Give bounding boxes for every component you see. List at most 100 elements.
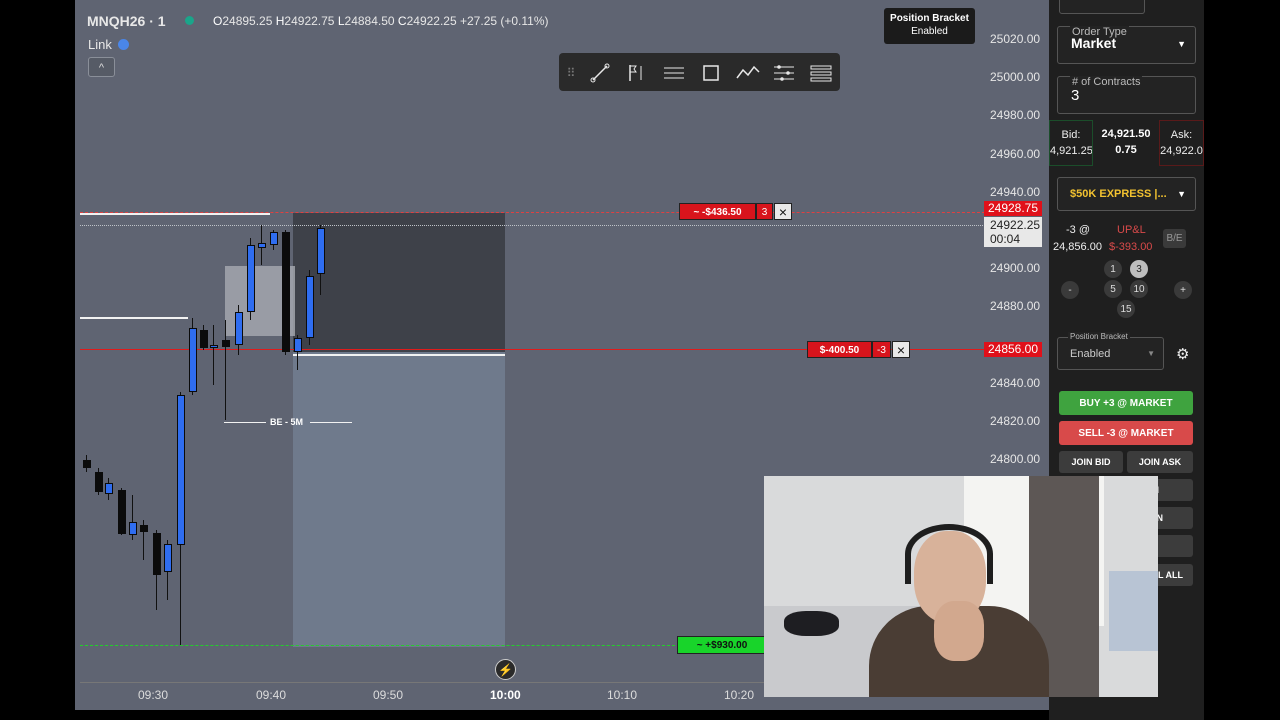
stop-order-cancel-button[interactable]: × — [892, 341, 910, 358]
be-line-right — [310, 422, 352, 423]
contracts-input[interactable]: # of Contracts 3 — [1057, 76, 1196, 114]
candle-body-up — [294, 338, 302, 352]
price-axis-label: 25020.00 — [990, 32, 1041, 46]
flag-icon[interactable] — [623, 62, 649, 84]
ask-label: Ask: — [1170, 129, 1193, 141]
tp-order-qty-value: 3 — [761, 207, 768, 218]
lightning-button[interactable]: ⚡ — [495, 659, 516, 680]
symbol-label[interactable]: MNQH26 · 1 — [87, 13, 166, 29]
bid-label: Bid: — [1061, 129, 1081, 141]
gear-icon[interactable]: ⚙ — [1176, 345, 1189, 363]
close-icon: × — [896, 342, 906, 358]
panel-top-control[interactable] — [1059, 0, 1145, 14]
tp-order-text: ~ -$436.50 — [693, 207, 742, 218]
contracts-value: 3 — [1071, 87, 1080, 104]
tooltip-title: Position Bracket — [890, 13, 969, 24]
ohlc-o: 24895.25 — [222, 14, 273, 28]
bid-cell[interactable]: Bid: 4,921.25 — [1049, 120, 1093, 166]
last-price: 24,921.50 — [1101, 128, 1151, 140]
time-label: 10:00 — [490, 688, 521, 702]
position-bracket-select[interactable]: Position Bracket Enabled ▼ — [1057, 332, 1164, 370]
stop-order-qty[interactable]: -3 — [872, 341, 891, 358]
path-icon[interactable] — [735, 62, 761, 84]
candle-body-up — [306, 276, 314, 338]
drag-grip-icon[interactable]: ⠿ — [558, 62, 584, 84]
price-axis-label: 24880.00 — [990, 299, 1041, 314]
buy-market-button[interactable]: BUY +3 @ MARKET — [1059, 391, 1193, 415]
candle-body-down — [140, 525, 148, 532]
link-label[interactable]: Link — [88, 37, 112, 52]
buy-market-label: BUY +3 @ MARKET — [1079, 397, 1173, 409]
green-dashed-line — [80, 645, 680, 646]
candle-wick — [225, 320, 226, 420]
price-axis-label: 24980.00 — [990, 108, 1041, 123]
be-label: BE - 5M — [270, 417, 304, 427]
candle-body-up — [189, 328, 197, 392]
ohlc-c-label: C — [397, 14, 407, 28]
candle-body-up — [258, 243, 266, 248]
ohlc-c: 24922.25 — [406, 14, 457, 28]
candle-body-down — [222, 340, 230, 347]
candle-body-down — [153, 533, 161, 575]
rectangle-icon[interactable] — [698, 62, 724, 84]
tooltip-value: Enabled — [911, 26, 948, 37]
settings-list-icon[interactable] — [808, 62, 834, 84]
breakeven-button[interactable]: B/E — [1163, 229, 1186, 248]
ohlc-change: +27.25 (+0.11%) — [460, 14, 549, 28]
green-order-label[interactable]: ~ +$930.00 — [677, 636, 767, 654]
position-bracket-tooltip: Position Bracket Enabled — [884, 8, 975, 44]
hand — [934, 601, 984, 661]
trend-line-icon[interactable] — [587, 62, 613, 84]
chevron-up-icon: ^ — [98, 62, 105, 74]
current-price-dotted-line — [80, 225, 985, 226]
time-label: 10:20 — [724, 688, 755, 702]
price-axis-label: 25000.00 — [990, 70, 1041, 85]
target-price: 24928.75 — [987, 201, 1039, 215]
qty-chip-10[interactable]: 10 — [1130, 280, 1148, 298]
chevron-down-icon: ▼ — [1147, 349, 1155, 358]
qty-chip-15[interactable]: 15 — [1117, 300, 1135, 318]
stop-order-label[interactable]: $-400.50 — [807, 341, 872, 358]
join-bid-button[interactable]: JOIN BID — [1059, 451, 1123, 473]
candle-body-up — [164, 544, 172, 572]
stop-order-qty-value: -3 — [877, 345, 886, 356]
price-axis-label: 24940.00 — [990, 184, 1041, 199]
bar-countdown: 00:04 — [990, 232, 1021, 246]
tp-order-cancel-button[interactable]: × — [774, 203, 792, 220]
last-cell: 24,921.50 0.75 — [1096, 120, 1156, 166]
green-order-text: ~ +$930.00 — [696, 640, 748, 651]
fib-levels-icon[interactable] — [771, 62, 797, 84]
join-bid-label: JOIN BID — [1071, 457, 1111, 467]
price-axis-label: 24900.00 — [990, 261, 1041, 276]
tp-order-qty[interactable]: 3 — [756, 203, 773, 220]
spread-value: 0.75 — [1115, 144, 1137, 156]
join-ask-button[interactable]: JOIN ASK — [1127, 451, 1193, 473]
link-globe-icon[interactable] — [118, 39, 129, 50]
sell-market-button[interactable]: SELL -3 @ MARKET — [1059, 421, 1193, 445]
tp-order-label[interactable]: ~ -$436.50 — [679, 203, 756, 220]
candle-wick — [213, 325, 214, 385]
position-bracket-value: Enabled — [1070, 348, 1111, 360]
ask-cell[interactable]: Ask: 24,922.0 — [1159, 120, 1204, 166]
time-label: 09:30 — [138, 688, 169, 702]
candle-body-down — [282, 232, 290, 352]
price-axis-label: 24840.00 — [990, 375, 1041, 390]
account-select[interactable]: $50K EXPRESS |... ▼ — [1057, 177, 1196, 211]
horizontal-lines-icon[interactable] — [661, 62, 687, 84]
chevron-down-icon: ▼ — [1177, 39, 1186, 49]
qty-chip-3[interactable]: 3 — [1130, 260, 1148, 278]
candle-body-down — [83, 460, 91, 468]
qty-chip-5[interactable]: 5 — [1104, 280, 1122, 298]
time-label: 09:50 — [373, 688, 404, 702]
qty-chip-1[interactable]: 1 — [1104, 260, 1122, 278]
ohlc-l-label: L — [337, 14, 345, 28]
collapse-button[interactable]: ^ — [88, 57, 115, 77]
poster — [1109, 571, 1158, 651]
order-type-select[interactable]: Order Type Market ▼ — [1057, 26, 1196, 64]
increase-qty-button[interactable]: + — [1174, 281, 1192, 299]
bid-value: 4,921.25 — [1050, 145, 1093, 157]
candle-body-down — [95, 472, 103, 492]
candle-body-up — [317, 228, 325, 274]
ohlc-readout: O24895.25 H24922.75 L24884.50 C24922.25 … — [213, 14, 549, 28]
decrease-qty-button[interactable]: - — [1061, 281, 1079, 299]
